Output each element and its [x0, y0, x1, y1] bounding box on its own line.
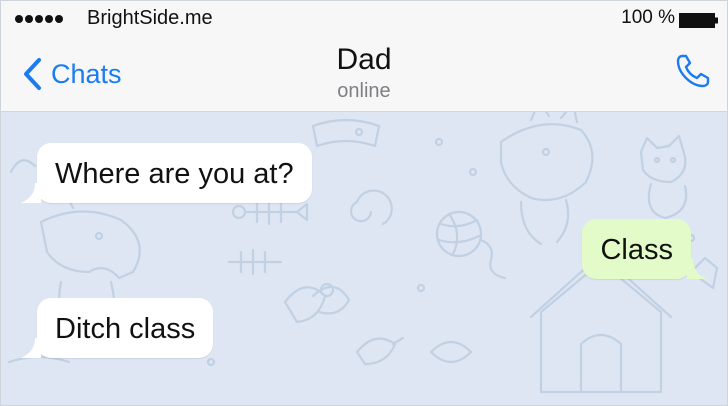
bubble-tail [687, 259, 707, 279]
signal-dot [35, 15, 43, 23]
contact-name: Dad [336, 43, 392, 76]
signal-dot [25, 15, 33, 23]
contact-title: Dad online [1, 43, 727, 103]
message-list[interactable]: Where are you at? Class Ditch class [1, 112, 727, 405]
message-bubble-incoming[interactable]: Where are you at? [21, 143, 312, 203]
bubble-tail [21, 338, 41, 358]
phone-icon[interactable] [673, 51, 713, 91]
contact-status: online [337, 80, 391, 102]
battery-percentage: 100 % [621, 7, 675, 28]
message-text: Where are you at? [55, 158, 294, 190]
bubble-tail [21, 183, 41, 203]
message-text: Ditch class [55, 313, 196, 345]
signal-dot [45, 15, 53, 23]
chat-header: Chats Dad online [1, 37, 727, 112]
carrier-name: BrightSide.me [87, 7, 213, 29]
message-bubble-incoming[interactable]: Ditch class [21, 298, 214, 358]
battery-icon [679, 13, 718, 28]
phone-screen: BrightSide.me 100 % Chats Dad online Whe… [0, 0, 728, 406]
message-text: Class [600, 234, 673, 266]
signal-dot [55, 15, 63, 23]
signal-dot [15, 15, 23, 23]
signal-strength-icon [15, 15, 63, 23]
status-bar: BrightSide.me 100 % [1, 1, 727, 37]
message-bubble-outgoing[interactable]: Class [582, 219, 707, 279]
